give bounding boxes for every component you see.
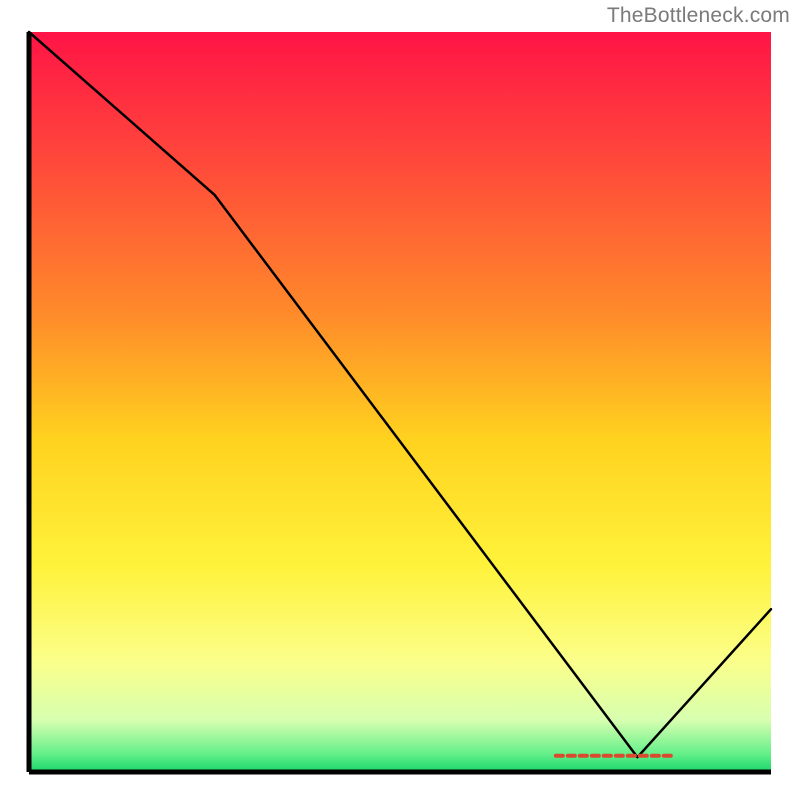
bottleneck-chart xyxy=(0,0,800,800)
chart-container: TheBottleneck.com xyxy=(0,0,800,800)
watermark-text: TheBottleneck.com xyxy=(607,4,790,28)
gradient-background xyxy=(29,32,771,772)
plot-area xyxy=(29,32,771,772)
